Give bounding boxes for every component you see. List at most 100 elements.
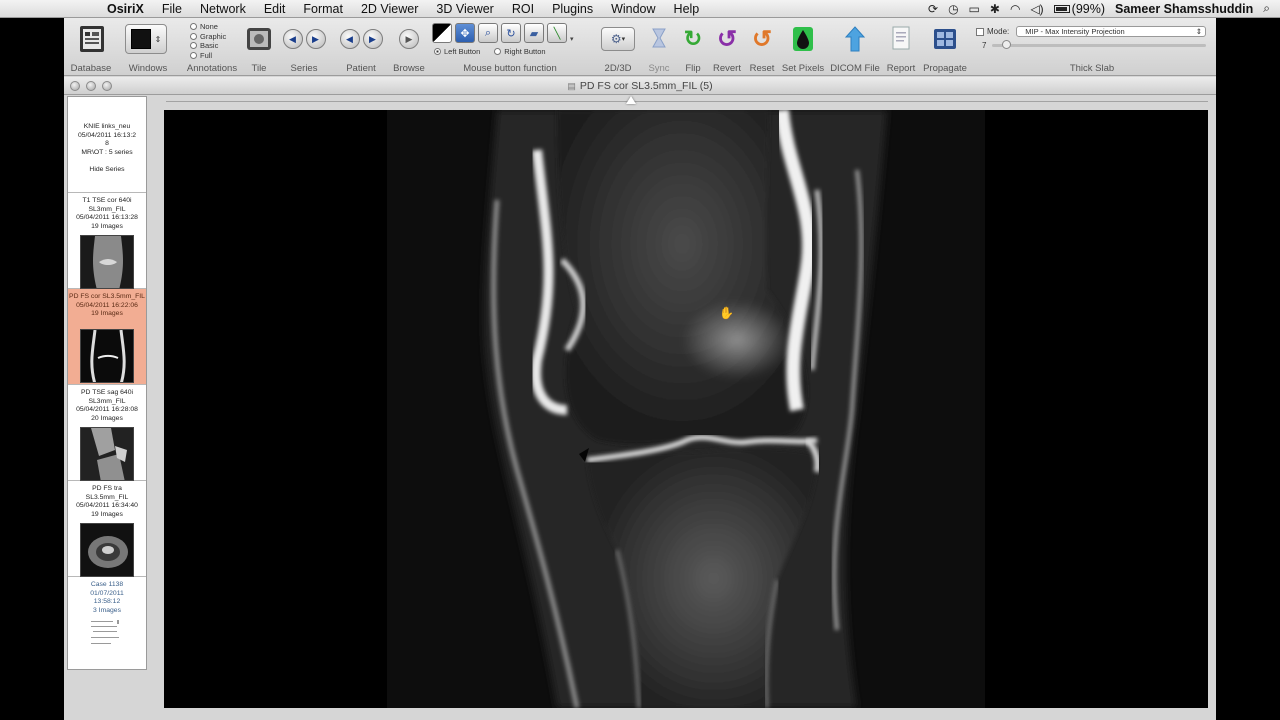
- 2d-3d-button[interactable]: ⚙ ▾: [600, 24, 636, 54]
- scroll-tool[interactable]: ▰: [524, 23, 544, 43]
- pan-tool[interactable]: ✥: [455, 23, 475, 43]
- line-roi-icon: ╲: [553, 27, 561, 40]
- series-item[interactable]: PD FS tra SL3.5mm_FIL 05/04/2011 16:34:40…: [68, 481, 146, 578]
- zoom-window-button[interactable]: [102, 81, 112, 91]
- image-slider[interactable]: [166, 96, 1208, 106]
- reset-button[interactable]: ↺: [748, 24, 776, 54]
- series-list[interactable]: KNIE links_neu 05/04/2011 16:13:2 8 MR\O…: [67, 96, 147, 670]
- close-window-button[interactable]: [70, 81, 80, 91]
- tile-button[interactable]: [245, 24, 273, 54]
- report-label: Report: [886, 63, 916, 74]
- series-thumbnail: [80, 328, 134, 383]
- study-modality: MR\OT : 5 series: [81, 148, 133, 156]
- window-controls: [70, 81, 112, 91]
- tool-menu-arrow-icon[interactable]: ▾: [570, 35, 574, 43]
- flip-button[interactable]: ↻: [679, 24, 707, 54]
- next-patient-button[interactable]: ▶: [362, 29, 383, 49]
- reset-icon: ↺: [751, 25, 773, 53]
- windows-button[interactable]: ⇕: [124, 24, 168, 54]
- flip-label: Flip: [685, 63, 701, 74]
- slab-slider[interactable]: [992, 40, 1206, 49]
- thick-slab-label: Thick Slab: [1069, 63, 1115, 74]
- right-button-option[interactable]: Right Button: [494, 47, 546, 56]
- revert-button[interactable]: ↺: [713, 24, 741, 54]
- menu-file[interactable]: File: [153, 2, 191, 16]
- menu-roi[interactable]: ROI: [503, 2, 543, 16]
- volume-icon[interactable]: ◁): [1030, 2, 1043, 16]
- drop-icon: [793, 27, 813, 51]
- document-thumbnail-icon: [87, 619, 127, 653]
- menu-2d-viewer[interactable]: 2D Viewer: [352, 2, 427, 16]
- menu-plugins[interactable]: Plugins: [543, 2, 602, 16]
- gear-icon: ⚙ ▾: [601, 27, 635, 51]
- study-header[interactable]: KNIE links_neu 05/04/2011 16:13:2 8 MR\O…: [68, 97, 146, 193]
- annotation-full-option[interactable]: Full: [190, 51, 226, 61]
- bluetooth-icon[interactable]: ✱: [990, 2, 1000, 16]
- time-machine-icon[interactable]: ◷: [948, 2, 958, 16]
- spotlight-search-icon[interactable]: ⌕: [1263, 1, 1270, 16]
- previous-series-button[interactable]: ◀: [282, 29, 303, 49]
- menu-format[interactable]: Format: [294, 2, 352, 16]
- zoom-tool[interactable]: ⌕: [478, 23, 498, 43]
- user-name[interactable]: Sameer Shamsshuddin: [1115, 2, 1253, 16]
- thick-slab-checkbox[interactable]: [976, 27, 984, 36]
- series-thumbnail: [80, 235, 134, 290]
- battery-percent: (99%): [1071, 1, 1106, 16]
- knee-mri-coronal-image: [387, 110, 985, 708]
- slab-value: 7: [982, 41, 987, 50]
- mri-image[interactable]: ✋: [387, 110, 985, 708]
- tile-label: Tile: [251, 63, 267, 74]
- left-button-option[interactable]: Left Button: [434, 47, 480, 56]
- flip-icon: ↻: [683, 26, 703, 51]
- radio-icon: [190, 42, 197, 50]
- roi-tool[interactable]: ╲: [547, 23, 567, 43]
- annotation-basic-option[interactable]: Basic: [190, 41, 226, 51]
- browse-label: Browse: [393, 63, 425, 74]
- hide-series-button[interactable]: Hide Series: [68, 166, 146, 175]
- menu-3d-viewer[interactable]: 3D Viewer: [427, 2, 502, 16]
- next-series-button[interactable]: ▶: [305, 29, 326, 49]
- menu-edit[interactable]: Edit: [255, 2, 295, 16]
- arrow-right-icon: ▶: [369, 33, 376, 44]
- slider-thumb[interactable]: [626, 96, 636, 104]
- annotation-none-option[interactable]: None: [190, 22, 226, 32]
- dicom-file-label: DICOM File: [830, 63, 880, 74]
- mode-select[interactable]: MIP - Max Intensity Projection ⇕: [1016, 26, 1206, 37]
- sync-status-icon[interactable]: ⟳: [928, 2, 938, 16]
- report-button[interactable]: [887, 24, 915, 54]
- patient-nav: ◀ ▶: [337, 24, 385, 54]
- menubar: OsiriX File Network Edit Format 2D Viewe…: [0, 0, 1280, 18]
- window-level-tool[interactable]: [432, 23, 452, 43]
- series-item[interactable]: PD TSE sag 640i SL3mm_FIL 05/04/2011 16:2…: [68, 385, 146, 482]
- radio-icon: [190, 32, 197, 40]
- series-item[interactable]: T1 TSE cor 640i SL3mm_FIL 05/04/2011 16:1…: [68, 193, 146, 290]
- study-date-continued: 8: [105, 140, 109, 148]
- stepper-icon: ⇕: [154, 34, 162, 44]
- set-pixels-button[interactable]: [789, 24, 817, 54]
- browse-button[interactable]: ▶: [395, 24, 423, 54]
- battery-indicator[interactable]: (99%): [1053, 1, 1106, 16]
- series-item[interactable]: Case 1138 01/07/2011 13:58:12 3 Images: [68, 577, 146, 669]
- windows-label: Windows: [128, 63, 168, 74]
- dicom-file-button[interactable]: [841, 24, 869, 54]
- wifi-icon[interactable]: ◠: [1010, 2, 1020, 16]
- study-name: KNIE links_neu: [83, 123, 131, 130]
- database-button[interactable]: [78, 24, 106, 54]
- database-label: Database: [70, 63, 112, 74]
- slider-knob[interactable]: [1002, 40, 1012, 49]
- menu-network[interactable]: Network: [191, 2, 255, 16]
- rotate-tool[interactable]: ↻: [501, 23, 521, 43]
- sync-button[interactable]: [645, 24, 673, 54]
- display-icon[interactable]: ▭: [969, 2, 980, 16]
- annotation-graphic-option[interactable]: Graphic: [190, 32, 226, 42]
- menu-app[interactable]: OsiriX: [98, 2, 153, 16]
- previous-patient-button[interactable]: ◀: [339, 29, 360, 49]
- menu-help[interactable]: Help: [665, 2, 709, 16]
- menu-window[interactable]: Window: [602, 2, 664, 16]
- minimize-window-button[interactable]: [86, 81, 96, 91]
- radio-icon: [494, 48, 502, 55]
- propagate-button[interactable]: [931, 24, 959, 54]
- series-item-selected[interactable]: PD FS cor SL3.5mm_FIL 05/04/2011 16:22:0…: [68, 289, 146, 385]
- image-viewport[interactable]: ✋: [164, 110, 1208, 708]
- magnifier-icon: ⌕: [484, 26, 492, 39]
